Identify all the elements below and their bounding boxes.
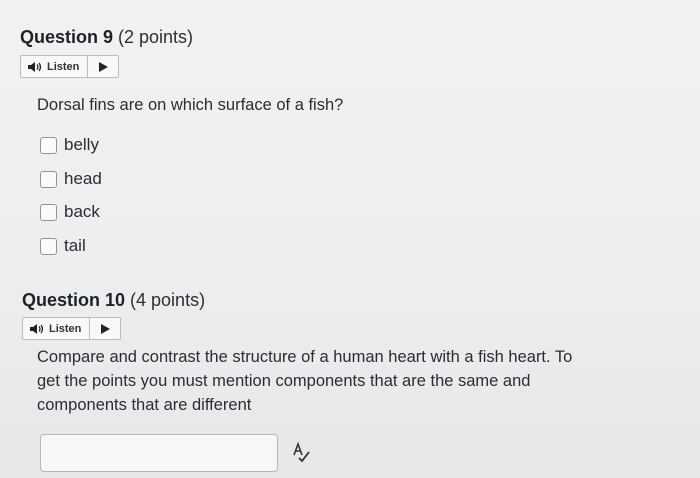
option-label: head [64,169,102,188]
prompt-line: get the points you must mention componen… [37,372,531,390]
question-9-prompt: Dorsal fins are on which surface of a fi… [37,96,344,114]
question-10-listen-control: Listen [22,317,122,340]
speaker-icon [30,323,44,334]
spellcheck-icon[interactable] [290,441,314,465]
prompt-line: Compare and contrast the structure of a … [37,348,573,366]
play-icon [100,323,110,334]
play-icon [98,61,108,72]
option-belly[interactable]: belly [40,135,99,155]
option-label: tail [64,236,86,255]
question-10-prompt: Compare and contrast the structure of a … [37,345,572,417]
question-10-points: (4 points) [125,290,206,310]
question-10-title: Question 10 (4 points) [22,290,205,311]
question-10-listen-label: Listen [49,322,82,335]
question-9-points: (2 points) [113,27,194,47]
prompt-line: components that are different [37,396,252,414]
question-9-listen-button[interactable]: Listen [21,56,89,77]
checkbox[interactable] [40,237,57,255]
checkbox[interactable] [40,203,57,221]
option-back[interactable]: back [40,202,100,222]
option-label: back [64,202,100,221]
question-9-listen-control: Listen [20,55,120,78]
question-9-play-button[interactable] [88,56,118,77]
option-label: belly [64,135,99,154]
question-10-number: Question 10 [22,290,126,310]
option-tail[interactable]: tail [40,236,86,256]
question-10-listen-button[interactable]: Listen [23,318,91,339]
answer-text-field[interactable] [40,434,278,472]
question-10-play-button[interactable] [90,318,120,339]
checkbox[interactable] [40,136,57,154]
question-9-title: Question 9 (2 points) [20,27,193,48]
quiz-page: Question 9 (2 points) Listen Dorsal fins… [0,0,700,478]
question-9-number: Question 9 [20,27,114,47]
option-head[interactable]: head [40,169,102,189]
checkbox[interactable] [40,170,57,188]
question-9-listen-label: Listen [47,60,80,73]
speaker-icon [28,61,42,72]
